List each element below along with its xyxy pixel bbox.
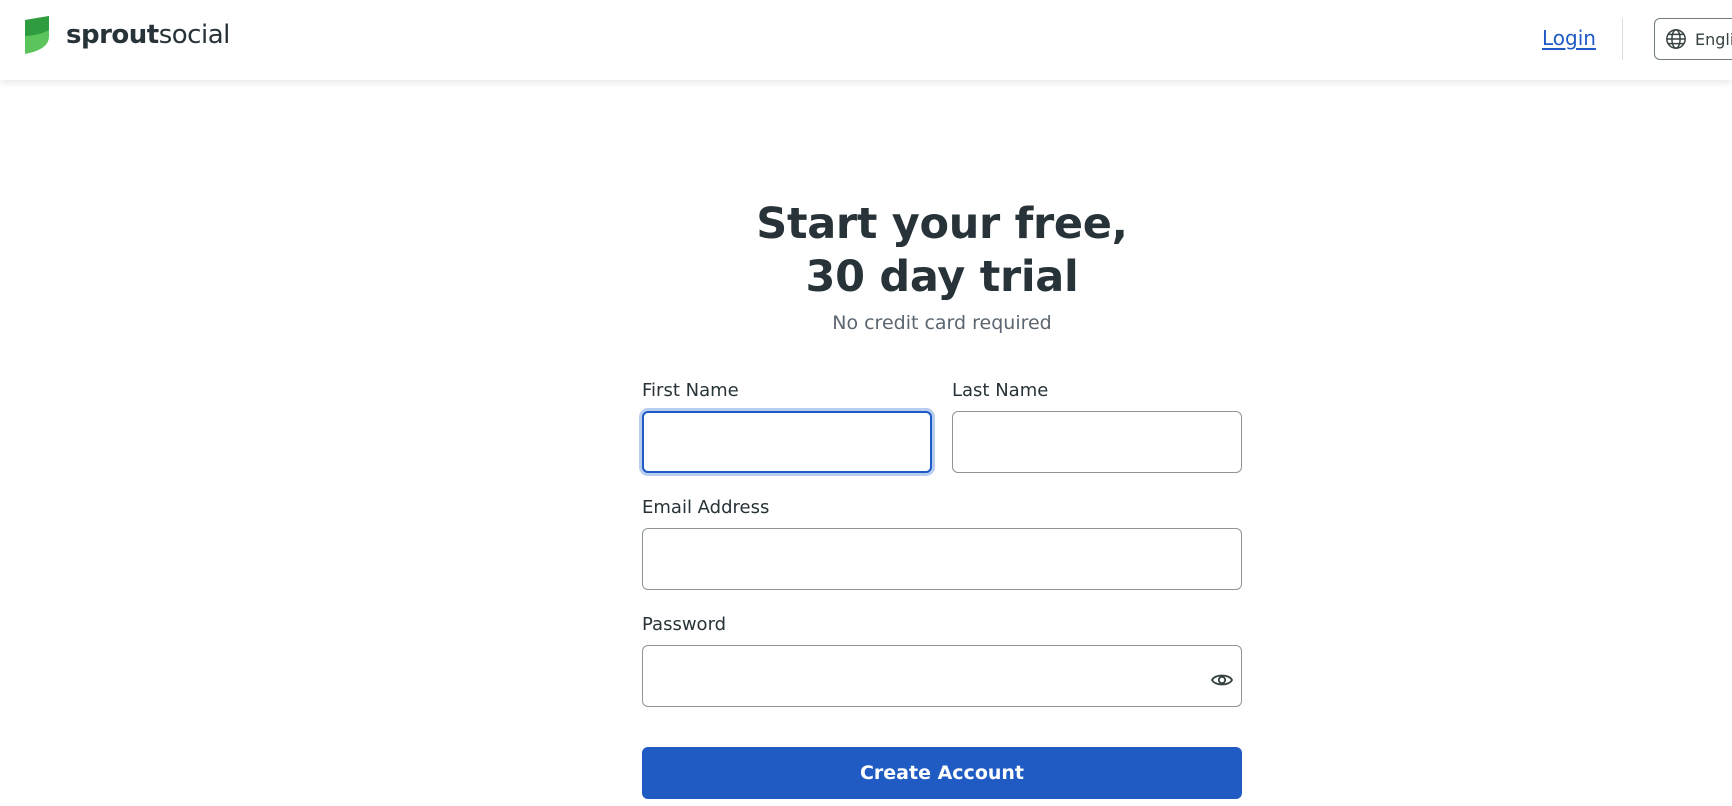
page-subtitle: No credit card required (832, 312, 1052, 334)
top-navigation-bar: sproutsocial Login English (0, 0, 1732, 80)
password-input[interactable] (642, 645, 1242, 707)
language-selector-button[interactable]: English (1654, 18, 1732, 60)
create-account-button[interactable]: Create Account (642, 747, 1242, 799)
first-name-input[interactable] (642, 411, 932, 473)
last-name-input[interactable] (952, 411, 1242, 473)
header-divider (1622, 18, 1623, 60)
sproutsocial-logo[interactable]: sproutsocial (22, 16, 230, 54)
first-name-label: First Name (642, 380, 739, 401)
leaf-logo-icon (25, 16, 49, 54)
globe-icon (1666, 29, 1686, 49)
page-title-line2: 30 day trial (805, 252, 1079, 302)
last-name-label: Last Name (952, 380, 1049, 401)
eye-icon[interactable] (1210, 668, 1234, 692)
page-title: Start your free, 30 day trial (642, 198, 1242, 304)
email-label: Email Address (642, 497, 770, 518)
logo-wordmark-bold: sprout (66, 20, 159, 50)
email-input[interactable] (642, 528, 1242, 590)
logo-wordmark-light: social (158, 20, 231, 50)
login-link[interactable]: Login (1542, 26, 1596, 50)
language-label: English (1695, 29, 1732, 49)
page-title-line1: Start your free, (756, 199, 1128, 249)
password-label: Password (642, 614, 727, 635)
logo-wordmark: sproutsocial (66, 22, 230, 48)
